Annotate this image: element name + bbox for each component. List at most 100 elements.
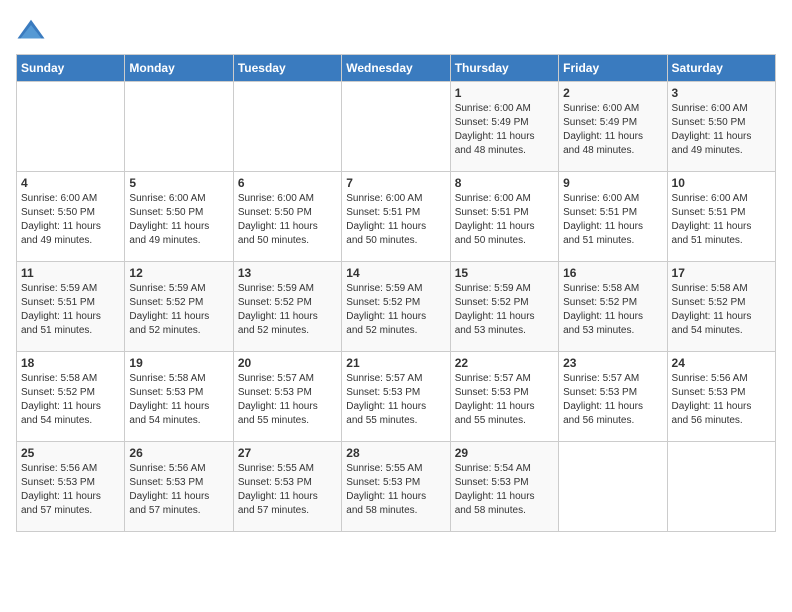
week-row-2: 11 Sunrise: 5:59 AM Sunset: 5:51 PM Dayli… xyxy=(17,262,776,352)
day-number: 8 xyxy=(455,176,554,190)
day-info: Sunrise: 6:00 AM Sunset: 5:49 PM Dayligh… xyxy=(563,102,662,158)
day-cell: 18 Sunrise: 5:58 AM Sunset: 5:52 PM Dayli… xyxy=(17,352,125,442)
day-number: 17 xyxy=(672,266,771,280)
week-row-4: 25 Sunrise: 5:56 AM Sunset: 5:53 PM Dayli… xyxy=(17,442,776,532)
week-row-3: 18 Sunrise: 5:58 AM Sunset: 5:52 PM Dayli… xyxy=(17,352,776,442)
day-number: 11 xyxy=(21,266,120,280)
day-cell: 19 Sunrise: 5:58 AM Sunset: 5:53 PM Dayli… xyxy=(125,352,233,442)
day-cell: 29Sunrise: 5:54 AM Sunset: 5:53 PM Dayli… xyxy=(450,442,558,532)
day-cell: 27 Sunrise: 5:55 AM Sunset: 5:53 PM Dayli… xyxy=(233,442,341,532)
day-cell xyxy=(17,82,125,172)
day-cell: 23 Sunrise: 5:57 AM Sunset: 5:53 PM Dayli… xyxy=(559,352,667,442)
day-info: Sunrise: 5:56 AM Sunset: 5:53 PM Dayligh… xyxy=(21,462,120,518)
day-cell: 14 Sunrise: 5:59 AM Sunset: 5:52 PM Dayli… xyxy=(342,262,450,352)
day-number: 24 xyxy=(672,356,771,370)
week-row-1: 4 Sunrise: 6:00 AM Sunset: 5:50 PM Daylig… xyxy=(17,172,776,262)
header-cell-thursday: Thursday xyxy=(450,55,558,82)
day-number: 16 xyxy=(563,266,662,280)
day-info: Sunrise: 6:00 AM Sunset: 5:50 PM Dayligh… xyxy=(129,192,228,248)
day-info: Sunrise: 6:00 AM Sunset: 5:50 PM Dayligh… xyxy=(238,192,337,248)
day-cell: 13 Sunrise: 5:59 AM Sunset: 5:52 PM Dayli… xyxy=(233,262,341,352)
header-row: SundayMondayTuesdayWednesdayThursdayFrid… xyxy=(17,55,776,82)
day-number: 4 xyxy=(21,176,120,190)
day-number: 19 xyxy=(129,356,228,370)
day-info: Sunrise: 5:57 AM Sunset: 5:53 PM Dayligh… xyxy=(238,372,337,428)
day-number: 9 xyxy=(563,176,662,190)
day-cell: 6 Sunrise: 6:00 AM Sunset: 5:50 PM Daylig… xyxy=(233,172,341,262)
day-number: 27 xyxy=(238,446,337,460)
day-info: Sunrise: 5:56 AM Sunset: 5:53 PM Dayligh… xyxy=(129,462,228,518)
day-number: 7 xyxy=(346,176,445,190)
day-number: 6 xyxy=(238,176,337,190)
logo-icon xyxy=(16,16,46,46)
header-cell-monday: Monday xyxy=(125,55,233,82)
day-info: Sunrise: 5:57 AM Sunset: 5:53 PM Dayligh… xyxy=(455,372,554,428)
day-cell: 15 Sunrise: 5:59 AM Sunset: 5:52 PM Dayli… xyxy=(450,262,558,352)
day-cell xyxy=(559,442,667,532)
day-cell xyxy=(342,82,450,172)
day-cell: 5Sunrise: 6:00 AM Sunset: 5:50 PM Daylig… xyxy=(125,172,233,262)
day-info: Sunrise: 5:57 AM Sunset: 5:53 PM Dayligh… xyxy=(563,372,662,428)
day-info: Sunrise: 5:59 AM Sunset: 5:51 PM Dayligh… xyxy=(21,282,120,338)
day-cell: 3 Sunrise: 6:00 AM Sunset: 5:50 PM Daylig… xyxy=(667,82,775,172)
day-cell xyxy=(233,82,341,172)
day-info: Sunrise: 5:59 AM Sunset: 5:52 PM Dayligh… xyxy=(238,282,337,338)
day-info: Sunrise: 6:00 AM Sunset: 5:49 PM Dayligh… xyxy=(455,102,554,158)
calendar-body: 1 Sunrise: 6:00 AM Sunset: 5:49 PM Daylig… xyxy=(17,82,776,532)
day-cell: 25 Sunrise: 5:56 AM Sunset: 5:53 PM Dayli… xyxy=(17,442,125,532)
day-info: Sunrise: 5:56 AM Sunset: 5:53 PM Dayligh… xyxy=(672,372,771,428)
day-number: 28 xyxy=(346,446,445,460)
day-cell xyxy=(125,82,233,172)
day-cell: 24 Sunrise: 5:56 AM Sunset: 5:53 PM Dayli… xyxy=(667,352,775,442)
day-info: Sunrise: 5:55 AM Sunset: 5:53 PM Dayligh… xyxy=(238,462,337,518)
day-info: Sunrise: 5:55 AM Sunset: 5:53 PM Dayligh… xyxy=(346,462,445,518)
day-info: Sunrise: 6:00 AM Sunset: 5:51 PM Dayligh… xyxy=(455,192,554,248)
day-info: Sunrise: 6:00 AM Sunset: 5:51 PM Dayligh… xyxy=(563,192,662,248)
week-row-0: 1 Sunrise: 6:00 AM Sunset: 5:49 PM Daylig… xyxy=(17,82,776,172)
logo xyxy=(16,16,50,46)
day-number: 21 xyxy=(346,356,445,370)
day-cell: 26 Sunrise: 5:56 AM Sunset: 5:53 PM Dayli… xyxy=(125,442,233,532)
day-cell: 2 Sunrise: 6:00 AM Sunset: 5:49 PM Daylig… xyxy=(559,82,667,172)
day-number: 15 xyxy=(455,266,554,280)
day-number: 1 xyxy=(455,86,554,100)
day-cell: 11 Sunrise: 5:59 AM Sunset: 5:51 PM Dayli… xyxy=(17,262,125,352)
day-info: Sunrise: 5:58 AM Sunset: 5:53 PM Dayligh… xyxy=(129,372,228,428)
day-cell: 1 Sunrise: 6:00 AM Sunset: 5:49 PM Daylig… xyxy=(450,82,558,172)
day-number: 23 xyxy=(563,356,662,370)
day-info: Sunrise: 6:00 AM Sunset: 5:50 PM Dayligh… xyxy=(21,192,120,248)
day-cell: 17 Sunrise: 5:58 AM Sunset: 5:52 PM Dayli… xyxy=(667,262,775,352)
day-cell: 4 Sunrise: 6:00 AM Sunset: 5:50 PM Daylig… xyxy=(17,172,125,262)
day-cell: 12Sunrise: 5:59 AM Sunset: 5:52 PM Dayli… xyxy=(125,262,233,352)
day-info: Sunrise: 5:58 AM Sunset: 5:52 PM Dayligh… xyxy=(563,282,662,338)
calendar-header: SundayMondayTuesdayWednesdayThursdayFrid… xyxy=(17,55,776,82)
header-cell-sunday: Sunday xyxy=(17,55,125,82)
day-cell: 9 Sunrise: 6:00 AM Sunset: 5:51 PM Daylig… xyxy=(559,172,667,262)
day-number: 22 xyxy=(455,356,554,370)
day-number: 14 xyxy=(346,266,445,280)
day-number: 25 xyxy=(21,446,120,460)
header-cell-saturday: Saturday xyxy=(667,55,775,82)
day-number: 18 xyxy=(21,356,120,370)
header-cell-wednesday: Wednesday xyxy=(342,55,450,82)
calendar-table: SundayMondayTuesdayWednesdayThursdayFrid… xyxy=(16,54,776,532)
day-info: Sunrise: 5:58 AM Sunset: 5:52 PM Dayligh… xyxy=(672,282,771,338)
day-info: Sunrise: 5:59 AM Sunset: 5:52 PM Dayligh… xyxy=(455,282,554,338)
day-number: 2 xyxy=(563,86,662,100)
header xyxy=(16,16,776,46)
day-number: 13 xyxy=(238,266,337,280)
day-info: Sunrise: 6:00 AM Sunset: 5:51 PM Dayligh… xyxy=(346,192,445,248)
day-cell: 22 Sunrise: 5:57 AM Sunset: 5:53 PM Dayli… xyxy=(450,352,558,442)
day-info: Sunrise: 6:00 AM Sunset: 5:51 PM Dayligh… xyxy=(672,192,771,248)
day-info: Sunrise: 6:00 AM Sunset: 5:50 PM Dayligh… xyxy=(672,102,771,158)
header-cell-friday: Friday xyxy=(559,55,667,82)
day-cell: 10Sunrise: 6:00 AM Sunset: 5:51 PM Dayli… xyxy=(667,172,775,262)
day-cell: 21Sunrise: 5:57 AM Sunset: 5:53 PM Dayli… xyxy=(342,352,450,442)
day-number: 12 xyxy=(129,266,228,280)
day-info: Sunrise: 5:58 AM Sunset: 5:52 PM Dayligh… xyxy=(21,372,120,428)
day-info: Sunrise: 5:59 AM Sunset: 5:52 PM Dayligh… xyxy=(346,282,445,338)
day-cell: 28 Sunrise: 5:55 AM Sunset: 5:53 PM Dayli… xyxy=(342,442,450,532)
day-number: 29 xyxy=(455,446,554,460)
day-number: 3 xyxy=(672,86,771,100)
day-number: 26 xyxy=(129,446,228,460)
